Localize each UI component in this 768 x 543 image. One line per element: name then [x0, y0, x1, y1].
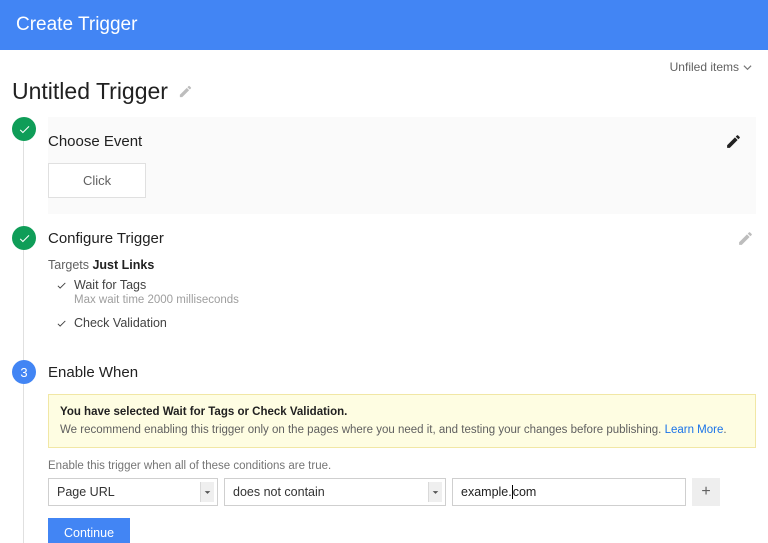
value-after-caret: com: [513, 485, 537, 499]
edit-title-button[interactable]: [178, 84, 193, 99]
pencil-icon: [725, 133, 742, 150]
variable-value: Page URL: [57, 485, 115, 499]
targets-line: Targets Just Links: [48, 258, 756, 272]
page-title: Untitled Trigger: [12, 78, 168, 105]
dropdown-arrow-icon: [200, 482, 214, 502]
step1-edit-button[interactable]: [723, 131, 744, 152]
check-icon: [18, 232, 31, 245]
max-wait-label: Max wait time 2000 milliseconds: [74, 294, 756, 306]
app-header: Create Trigger: [0, 0, 768, 50]
check-icon: [56, 280, 67, 291]
chevron-down-icon: [743, 63, 752, 72]
variable-select[interactable]: Page URL: [48, 478, 218, 506]
value-input[interactable]: example.com: [452, 478, 686, 506]
targets-value: Just Links: [92, 258, 154, 272]
folder-label: Unfiled items: [670, 60, 739, 74]
step3-number: 3: [20, 365, 27, 380]
step2-title: Configure Trigger: [48, 230, 164, 247]
pencil-icon: [737, 230, 754, 247]
add-condition-button[interactable]: +: [692, 478, 720, 506]
notice-body: We recommend enabling this trigger only …: [60, 424, 665, 436]
validation-notice: You have selected Wait for Tags or Check…: [48, 394, 756, 448]
dropdown-arrow-icon: [428, 482, 442, 502]
targets-prefix: Targets: [48, 258, 92, 272]
step1-title: Choose Event: [48, 133, 142, 150]
step2-badge: [12, 226, 36, 250]
header-title: Create Trigger: [16, 14, 137, 36]
conditions-label: Enable this trigger when all of these co…: [48, 460, 756, 472]
wait-for-tags-line: Wait for Tags: [56, 278, 756, 292]
operator-select[interactable]: does not contain: [224, 478, 446, 506]
plus-icon: +: [701, 483, 710, 501]
value-before-caret: example: [461, 485, 508, 499]
wait-for-tags-label: Wait for Tags: [74, 278, 146, 292]
folder-selector[interactable]: Unfiled items: [670, 60, 752, 74]
event-type-chip[interactable]: Click: [48, 163, 146, 198]
learn-more-link[interactable]: Learn More: [665, 424, 724, 436]
continue-button[interactable]: Continue: [48, 518, 130, 543]
step3-title: Enable When: [48, 364, 138, 381]
operator-value: does not contain: [233, 485, 325, 499]
check-icon: [18, 123, 31, 136]
check-validation-line: Check Validation: [56, 316, 756, 330]
check-validation-label: Check Validation: [74, 316, 167, 330]
check-icon: [56, 318, 67, 329]
step2-edit-button[interactable]: [735, 228, 756, 249]
notice-heading: You have selected Wait for Tags or Check…: [60, 404, 744, 421]
condition-row: Page URL does not contain example.com +: [48, 478, 756, 506]
step1-badge: [12, 117, 36, 141]
step3-badge: 3: [12, 360, 36, 384]
